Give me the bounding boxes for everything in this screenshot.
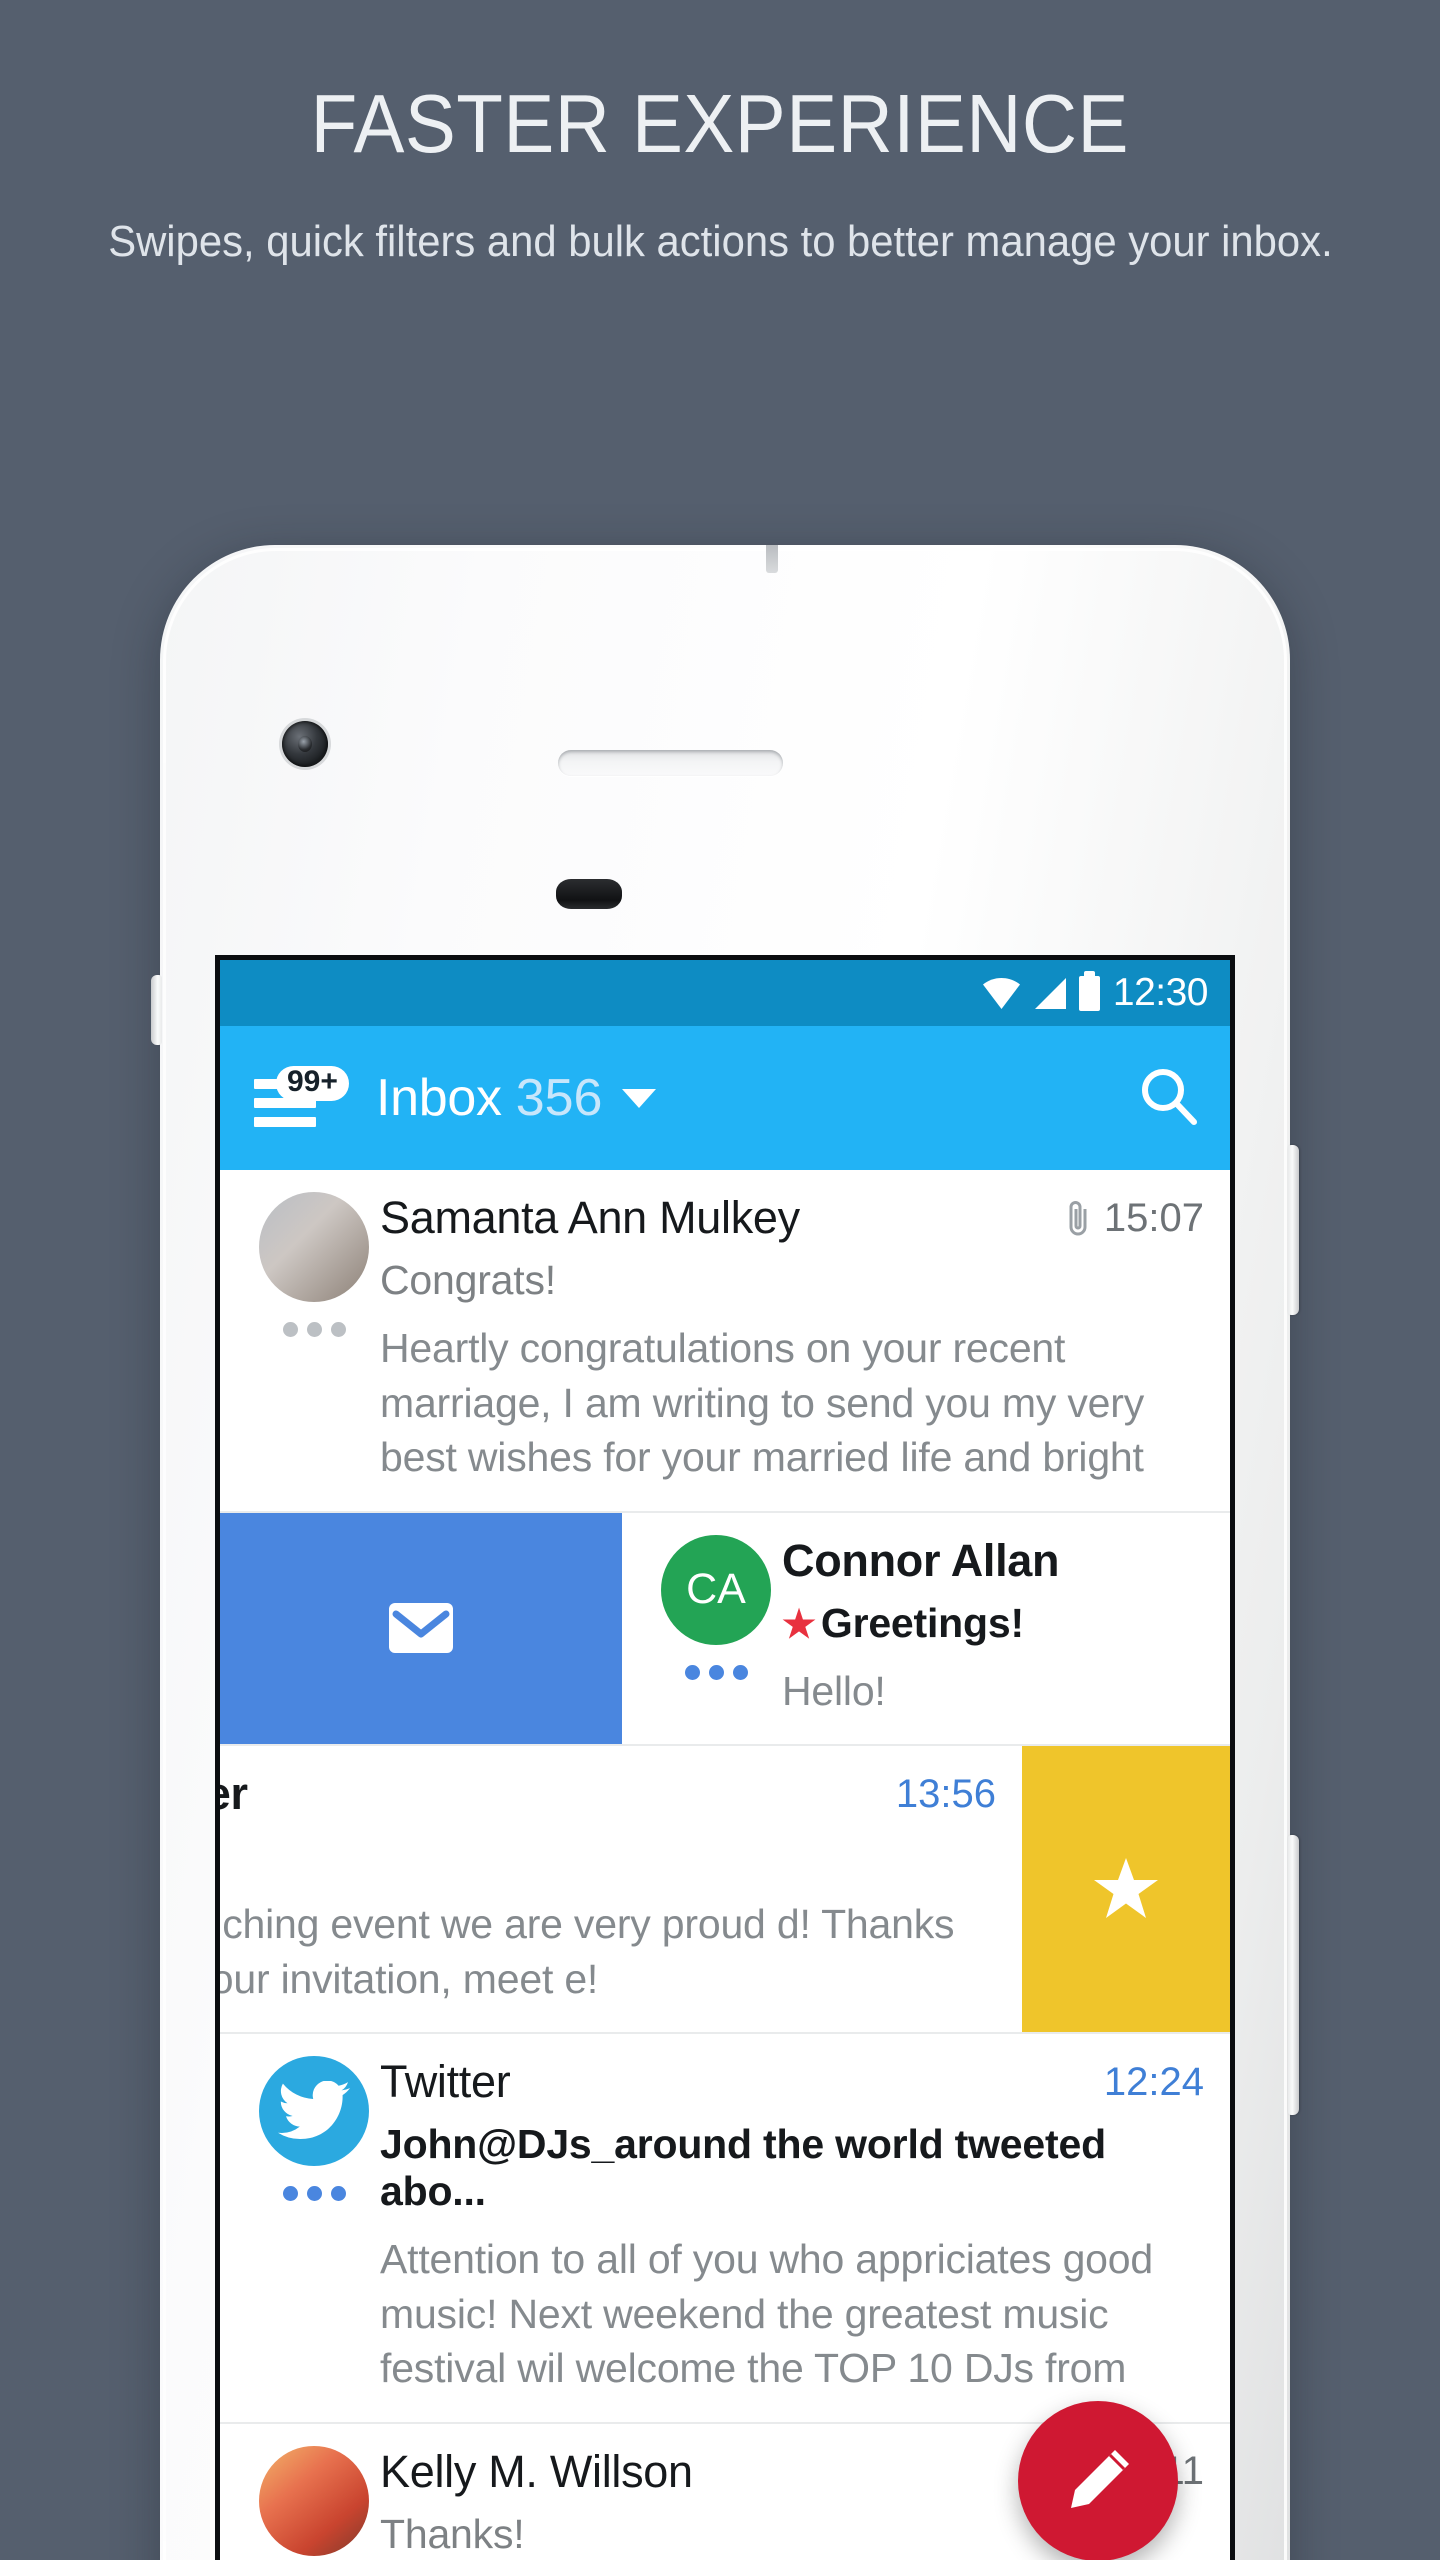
hamburger-menu-icon[interactable]: 99+ <box>250 1066 349 1128</box>
overflow-dots-icon[interactable] <box>282 2186 346 2202</box>
twitter-icon <box>278 2081 350 2140</box>
battery-icon <box>1078 970 1100 1011</box>
status-bar: 12:30 <box>220 960 1230 1026</box>
wifi-icon <box>982 977 1020 1009</box>
email-sender: Miller <box>220 1768 248 1820</box>
email-time: 13:56 <box>895 1771 996 1816</box>
app-bar: 99+ Inbox 356 <box>220 1026 1230 1170</box>
email-subject: John@DJs_around the world tweeted abo... <box>380 2121 1106 2215</box>
compose-button[interactable] <box>1018 2401 1178 2560</box>
status-clock: 12:30 <box>1112 971 1209 1014</box>
table-row[interactable]: CA Connor Allan ★ Greetings! Hello! <box>220 1512 1230 1747</box>
proximity-sensor <box>556 879 622 909</box>
table-row[interactable]: Twitter 12:24 John@DJs_around the world … <box>220 2034 1230 2424</box>
left-side-button[interactable] <box>151 975 162 1045</box>
overflow-dots-icon[interactable] <box>684 1664 748 1680</box>
email-sender: Connor Allan <box>782 1534 1060 1586</box>
email-sender: Twitter <box>380 2056 511 2108</box>
volume-button[interactable] <box>1288 1835 1299 2115</box>
email-sender: Samanta Ann Mulkey <box>380 1192 800 1243</box>
email-sender: Kelly M. Willson <box>380 2445 693 2497</box>
page-title: FASTER EXPERIENCE <box>310 77 1130 170</box>
email-snippet: Attention to all of you who appriciates … <box>380 2236 1153 2392</box>
promo-header: FASTER EXPERIENCE Swipes, quick filters … <box>0 0 1440 520</box>
swipe-action-star[interactable] <box>1022 1746 1230 2033</box>
avatar: CA <box>661 1534 771 1645</box>
email-subject: Congrats! <box>380 1257 556 1303</box>
folder-count: 356 <box>515 1069 603 1127</box>
antenna-line <box>766 545 778 573</box>
email-subject: ts! <box>220 1833 996 1880</box>
star-icon <box>1094 1858 1158 1919</box>
signal-icon <box>1034 977 1066 1009</box>
avatar-initials: CA <box>686 1565 746 1614</box>
email-time: 15:07 <box>1103 1195 1204 1240</box>
phone-screen: 12:30 99+ Inbox 356 Samanta Ann Mulkey 1… <box>215 955 1235 2560</box>
overflow-dots-icon[interactable] <box>282 1322 346 1337</box>
avatar <box>259 2056 369 2167</box>
folder-name: Inbox <box>376 1069 502 1127</box>
attachment-icon <box>1069 1201 1087 1236</box>
front-camera-icon <box>282 721 328 767</box>
star-icon: ★ <box>782 1603 816 1646</box>
email-subject: ★ Greetings! <box>782 1599 1024 1646</box>
earpiece-speaker <box>558 750 783 776</box>
folder-selector[interactable]: Inbox 356 <box>376 1068 657 1128</box>
phone-mockup: 12:30 99+ Inbox 356 Samanta Ann Mulkey 1… <box>151 545 1299 2560</box>
envelope-icon <box>389 1603 453 1654</box>
avatar <box>259 2445 369 2556</box>
swipe-action-mark-read[interactable] <box>220 1512 622 1745</box>
email-snippet: Hello! <box>782 1667 886 1714</box>
search-icon[interactable] <box>1134 1063 1204 1133</box>
email-snippet: Heartly congratulations on your recent m… <box>380 1325 1145 1481</box>
power-button[interactable] <box>1288 1145 1299 1315</box>
email-snippet: a touching event we are very proud d! Th… <box>220 1901 955 2002</box>
avatar <box>259 1192 369 1302</box>
email-list[interactable]: Samanta Ann Mulkey 15:07 Congrats! Heart… <box>220 1170 1230 2560</box>
pencil-compose-icon <box>1071 2450 1129 2508</box>
unread-badge: 99+ <box>276 1066 349 1101</box>
table-row[interactable]: Samanta Ann Mulkey 15:07 Congrats! Heart… <box>220 1170 1230 1513</box>
email-time: 12:24 <box>1103 2059 1204 2104</box>
page-subtitle: Swipes, quick filters and bulk actions t… <box>107 217 1333 266</box>
chevron-down-icon <box>622 1088 657 1108</box>
table-row[interactable]: Miller 13:56 ts! a touching event we are… <box>220 1746 1230 2035</box>
